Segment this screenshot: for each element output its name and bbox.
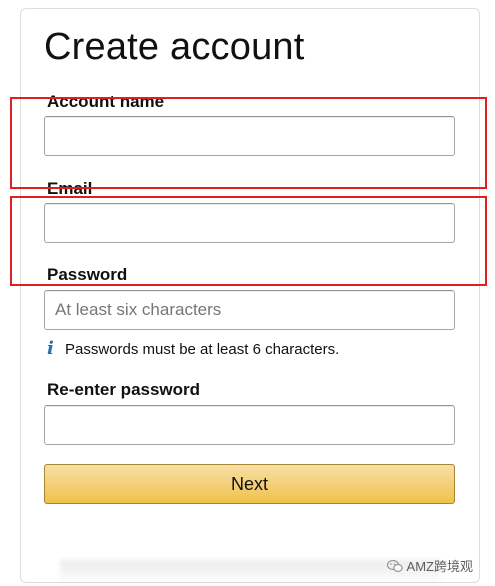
- wechat-icon: [386, 559, 403, 572]
- password-hint-text: Passwords must be at least 6 characters.: [65, 340, 340, 358]
- next-button[interactable]: Next: [44, 464, 455, 504]
- page-title: Create account: [44, 26, 305, 68]
- password-label: Password: [47, 265, 128, 284]
- account-name-input[interactable]: [44, 116, 455, 156]
- password-input[interactable]: [44, 290, 455, 330]
- info-icon: i: [47, 338, 54, 359]
- reenter-password-input[interactable]: [44, 405, 455, 445]
- password-hint: i Passwords must be at least 6 character…: [47, 340, 339, 358]
- email-input[interactable]: [44, 203, 455, 243]
- watermark: AMZ跨境观: [386, 556, 473, 575]
- email-label: Email: [47, 179, 93, 198]
- watermark-text: AMZ跨境观: [406, 559, 473, 574]
- account-name-label: Account name: [47, 92, 165, 111]
- reenter-password-label: Re-enter password: [47, 380, 201, 399]
- card-shadow: [60, 560, 440, 586]
